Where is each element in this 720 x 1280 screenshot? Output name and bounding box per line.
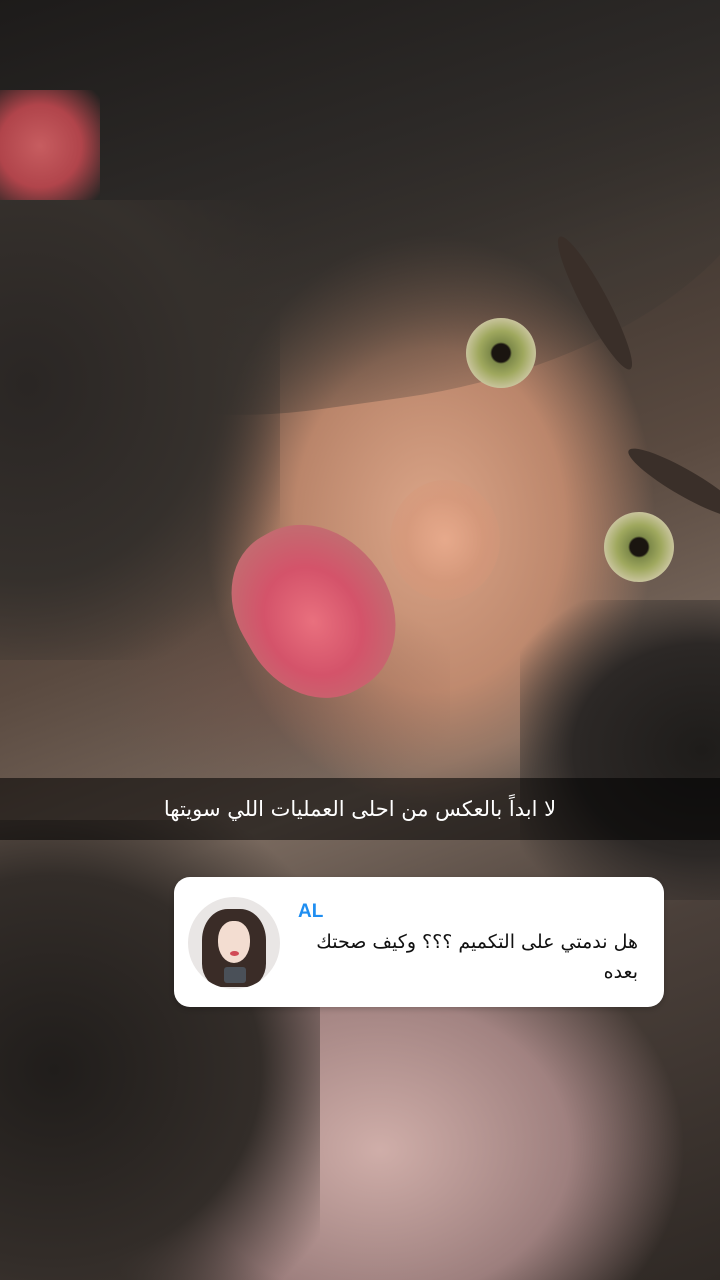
selfie-photo bbox=[0, 0, 720, 1280]
memoji-avatar-icon bbox=[188, 897, 280, 989]
story-caption: لا ابداً بالعكس من احلى العمليات اللي سو… bbox=[163, 797, 557, 821]
nose bbox=[390, 480, 500, 600]
question-sticker[interactable]: AL هل ندمتي على التكميم ؟؟؟ وكيف صحتك بع… bbox=[174, 877, 664, 1007]
eye-upper bbox=[466, 318, 536, 388]
hair-region-right bbox=[520, 600, 720, 900]
eye-lower bbox=[604, 512, 674, 582]
story-caption-bar: لا ابداً بالعكس من احلى العمليات اللي سو… bbox=[0, 778, 720, 840]
story-screen: لا ابداً بالعكس من احلى العمليات اللي سو… bbox=[0, 0, 720, 1280]
question-text: هل ندمتي على التكميم ؟؟؟ وكيف صحتك بعده bbox=[316, 931, 638, 983]
sender-name: AL bbox=[298, 901, 324, 922]
